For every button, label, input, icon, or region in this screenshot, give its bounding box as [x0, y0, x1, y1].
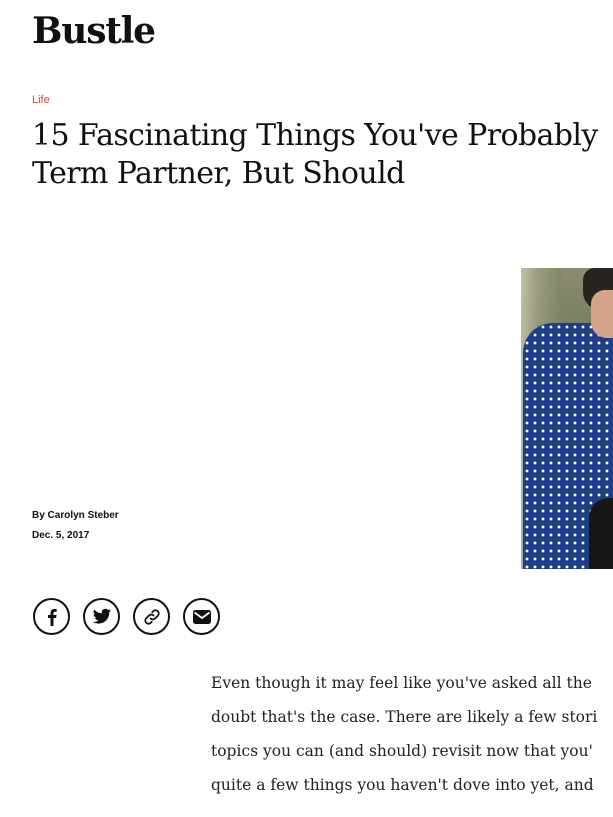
publish-date: Dec. 5, 2017: [32, 530, 90, 541]
body-line: topics you can (and should) revisit now …: [211, 742, 593, 760]
email-share-button[interactable]: [183, 598, 220, 635]
headline-line-2: Term Partner, But Should: [32, 156, 405, 191]
twitter-icon: [92, 608, 111, 624]
copy-link-button[interactable]: [133, 598, 170, 635]
facebook-share-button[interactable]: [33, 598, 70, 635]
site-logo[interactable]: Bustle: [32, 10, 156, 52]
author-byline[interactable]: By Carolyn Steber: [32, 510, 119, 521]
email-icon: [192, 609, 211, 624]
twitter-share-button[interactable]: [83, 598, 120, 635]
article-body: Even though it may feel like you've aske…: [211, 666, 613, 802]
headline-line-1: 15 Fascinating Things You've Probably: [32, 118, 598, 153]
category-link[interactable]: Life: [32, 94, 50, 106]
body-line: Even though it may feel like you've aske…: [211, 674, 592, 692]
link-icon: [143, 608, 160, 625]
body-line: doubt that's the case. There are likely …: [211, 708, 598, 726]
facebook-icon: [47, 608, 57, 626]
hero-image: [521, 268, 613, 569]
share-bar: [33, 598, 220, 635]
article-headline: 15 Fascinating Things You've Probably Te…: [32, 117, 613, 193]
body-line: quite a few things you haven't dove into…: [211, 776, 594, 794]
